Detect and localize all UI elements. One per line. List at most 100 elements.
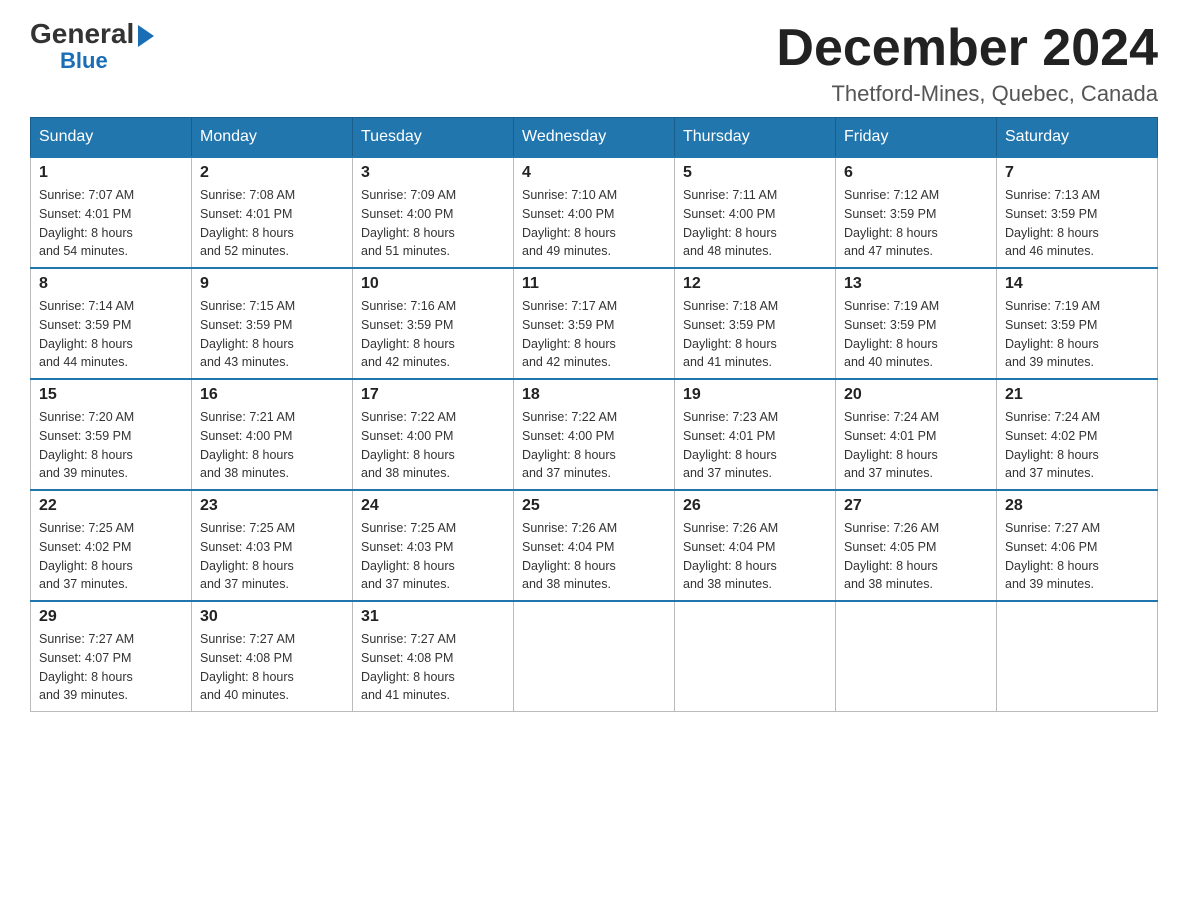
- week-row-2: 8 Sunrise: 7:14 AM Sunset: 3:59 PM Dayli…: [31, 268, 1158, 379]
- day-info: Sunrise: 7:26 AM Sunset: 4:05 PM Dayligh…: [844, 519, 988, 594]
- day-info: Sunrise: 7:24 AM Sunset: 4:02 PM Dayligh…: [1005, 408, 1149, 483]
- column-header-wednesday: Wednesday: [514, 118, 675, 158]
- day-number: 27: [844, 497, 988, 515]
- day-info: Sunrise: 7:11 AM Sunset: 4:00 PM Dayligh…: [683, 186, 827, 261]
- day-number: 22: [39, 497, 183, 515]
- day-info: Sunrise: 7:20 AM Sunset: 3:59 PM Dayligh…: [39, 408, 183, 483]
- day-number: 15: [39, 386, 183, 404]
- day-number: 12: [683, 275, 827, 293]
- calendar-cell: 6 Sunrise: 7:12 AM Sunset: 3:59 PM Dayli…: [836, 157, 997, 268]
- day-number: 10: [361, 275, 505, 293]
- day-number: 4: [522, 164, 666, 182]
- day-info: Sunrise: 7:10 AM Sunset: 4:00 PM Dayligh…: [522, 186, 666, 261]
- calendar-cell: 27 Sunrise: 7:26 AM Sunset: 4:05 PM Dayl…: [836, 490, 997, 601]
- calendar-cell: 28 Sunrise: 7:27 AM Sunset: 4:06 PM Dayl…: [997, 490, 1158, 601]
- calendar-cell: 17 Sunrise: 7:22 AM Sunset: 4:00 PM Dayl…: [353, 379, 514, 490]
- calendar-cell: 7 Sunrise: 7:13 AM Sunset: 3:59 PM Dayli…: [997, 157, 1158, 268]
- calendar-cell: 13 Sunrise: 7:19 AM Sunset: 3:59 PM Dayl…: [836, 268, 997, 379]
- calendar-cell: 16 Sunrise: 7:21 AM Sunset: 4:00 PM Dayl…: [192, 379, 353, 490]
- day-info: Sunrise: 7:12 AM Sunset: 3:59 PM Dayligh…: [844, 186, 988, 261]
- day-info: Sunrise: 7:18 AM Sunset: 3:59 PM Dayligh…: [683, 297, 827, 372]
- calendar-cell: 23 Sunrise: 7:25 AM Sunset: 4:03 PM Dayl…: [192, 490, 353, 601]
- day-info: Sunrise: 7:19 AM Sunset: 3:59 PM Dayligh…: [1005, 297, 1149, 372]
- day-number: 30: [200, 608, 344, 626]
- calendar-cell: 12 Sunrise: 7:18 AM Sunset: 3:59 PM Dayl…: [675, 268, 836, 379]
- column-header-sunday: Sunday: [31, 118, 192, 158]
- day-info: Sunrise: 7:25 AM Sunset: 4:03 PM Dayligh…: [361, 519, 505, 594]
- day-info: Sunrise: 7:22 AM Sunset: 4:00 PM Dayligh…: [522, 408, 666, 483]
- day-number: 14: [1005, 275, 1149, 293]
- calendar-cell: 25 Sunrise: 7:26 AM Sunset: 4:04 PM Dayl…: [514, 490, 675, 601]
- day-number: 9: [200, 275, 344, 293]
- day-number: 26: [683, 497, 827, 515]
- week-row-5: 29 Sunrise: 7:27 AM Sunset: 4:07 PM Dayl…: [31, 601, 1158, 712]
- day-number: 28: [1005, 497, 1149, 515]
- day-info: Sunrise: 7:24 AM Sunset: 4:01 PM Dayligh…: [844, 408, 988, 483]
- day-info: Sunrise: 7:22 AM Sunset: 4:00 PM Dayligh…: [361, 408, 505, 483]
- calendar-cell: 8 Sunrise: 7:14 AM Sunset: 3:59 PM Dayli…: [31, 268, 192, 379]
- calendar-cell: [514, 601, 675, 712]
- day-info: Sunrise: 7:13 AM Sunset: 3:59 PM Dayligh…: [1005, 186, 1149, 261]
- calendar-cell: 24 Sunrise: 7:25 AM Sunset: 4:03 PM Dayl…: [353, 490, 514, 601]
- month-title: December 2024: [776, 20, 1158, 77]
- day-number: 8: [39, 275, 183, 293]
- day-info: Sunrise: 7:17 AM Sunset: 3:59 PM Dayligh…: [522, 297, 666, 372]
- day-info: Sunrise: 7:27 AM Sunset: 4:08 PM Dayligh…: [200, 630, 344, 705]
- calendar-cell: 2 Sunrise: 7:08 AM Sunset: 4:01 PM Dayli…: [192, 157, 353, 268]
- calendar-cell: 26 Sunrise: 7:26 AM Sunset: 4:04 PM Dayl…: [675, 490, 836, 601]
- column-header-saturday: Saturday: [997, 118, 1158, 158]
- calendar-cell: 29 Sunrise: 7:27 AM Sunset: 4:07 PM Dayl…: [31, 601, 192, 712]
- day-number: 6: [844, 164, 988, 182]
- day-number: 31: [361, 608, 505, 626]
- week-row-4: 22 Sunrise: 7:25 AM Sunset: 4:02 PM Dayl…: [31, 490, 1158, 601]
- day-info: Sunrise: 7:25 AM Sunset: 4:03 PM Dayligh…: [200, 519, 344, 594]
- column-header-thursday: Thursday: [675, 118, 836, 158]
- day-number: 3: [361, 164, 505, 182]
- day-info: Sunrise: 7:09 AM Sunset: 4:00 PM Dayligh…: [361, 186, 505, 261]
- day-info: Sunrise: 7:15 AM Sunset: 3:59 PM Dayligh…: [200, 297, 344, 372]
- day-info: Sunrise: 7:26 AM Sunset: 4:04 PM Dayligh…: [683, 519, 827, 594]
- day-number: 20: [844, 386, 988, 404]
- logo-blue-text: Blue: [60, 48, 108, 74]
- day-info: Sunrise: 7:25 AM Sunset: 4:02 PM Dayligh…: [39, 519, 183, 594]
- day-number: 23: [200, 497, 344, 515]
- calendar-cell: 10 Sunrise: 7:16 AM Sunset: 3:59 PM Dayl…: [353, 268, 514, 379]
- column-header-tuesday: Tuesday: [353, 118, 514, 158]
- calendar-cell: 19 Sunrise: 7:23 AM Sunset: 4:01 PM Dayl…: [675, 379, 836, 490]
- day-info: Sunrise: 7:27 AM Sunset: 4:07 PM Dayligh…: [39, 630, 183, 705]
- day-number: 19: [683, 386, 827, 404]
- day-info: Sunrise: 7:07 AM Sunset: 4:01 PM Dayligh…: [39, 186, 183, 261]
- calendar-cell: 4 Sunrise: 7:10 AM Sunset: 4:00 PM Dayli…: [514, 157, 675, 268]
- calendar-cell: 21 Sunrise: 7:24 AM Sunset: 4:02 PM Dayl…: [997, 379, 1158, 490]
- calendar-cell: [836, 601, 997, 712]
- day-number: 24: [361, 497, 505, 515]
- calendar-cell: 3 Sunrise: 7:09 AM Sunset: 4:00 PM Dayli…: [353, 157, 514, 268]
- column-header-friday: Friday: [836, 118, 997, 158]
- calendar-cell: 18 Sunrise: 7:22 AM Sunset: 4:00 PM Dayl…: [514, 379, 675, 490]
- day-number: 18: [522, 386, 666, 404]
- calendar-cell: 22 Sunrise: 7:25 AM Sunset: 4:02 PM Dayl…: [31, 490, 192, 601]
- location-label: Thetford-Mines, Quebec, Canada: [776, 81, 1158, 107]
- day-number: 11: [522, 275, 666, 293]
- calendar-cell: [997, 601, 1158, 712]
- day-number: 5: [683, 164, 827, 182]
- day-info: Sunrise: 7:14 AM Sunset: 3:59 PM Dayligh…: [39, 297, 183, 372]
- day-info: Sunrise: 7:26 AM Sunset: 4:04 PM Dayligh…: [522, 519, 666, 594]
- week-row-1: 1 Sunrise: 7:07 AM Sunset: 4:01 PM Dayli…: [31, 157, 1158, 268]
- calendar-table: SundayMondayTuesdayWednesdayThursdayFrid…: [30, 117, 1158, 712]
- day-number: 16: [200, 386, 344, 404]
- day-info: Sunrise: 7:16 AM Sunset: 3:59 PM Dayligh…: [361, 297, 505, 372]
- logo: General Blue: [30, 20, 154, 74]
- calendar-cell: 11 Sunrise: 7:17 AM Sunset: 3:59 PM Dayl…: [514, 268, 675, 379]
- calendar-cell: 15 Sunrise: 7:20 AM Sunset: 3:59 PM Dayl…: [31, 379, 192, 490]
- calendar-cell: 1 Sunrise: 7:07 AM Sunset: 4:01 PM Dayli…: [31, 157, 192, 268]
- week-row-3: 15 Sunrise: 7:20 AM Sunset: 3:59 PM Dayl…: [31, 379, 1158, 490]
- day-number: 13: [844, 275, 988, 293]
- calendar-cell: 14 Sunrise: 7:19 AM Sunset: 3:59 PM Dayl…: [997, 268, 1158, 379]
- day-info: Sunrise: 7:27 AM Sunset: 4:06 PM Dayligh…: [1005, 519, 1149, 594]
- day-number: 25: [522, 497, 666, 515]
- calendar-cell: [675, 601, 836, 712]
- page-header: General Blue December 2024 Thetford-Mine…: [30, 20, 1158, 107]
- day-number: 29: [39, 608, 183, 626]
- calendar-cell: 31 Sunrise: 7:27 AM Sunset: 4:08 PM Dayl…: [353, 601, 514, 712]
